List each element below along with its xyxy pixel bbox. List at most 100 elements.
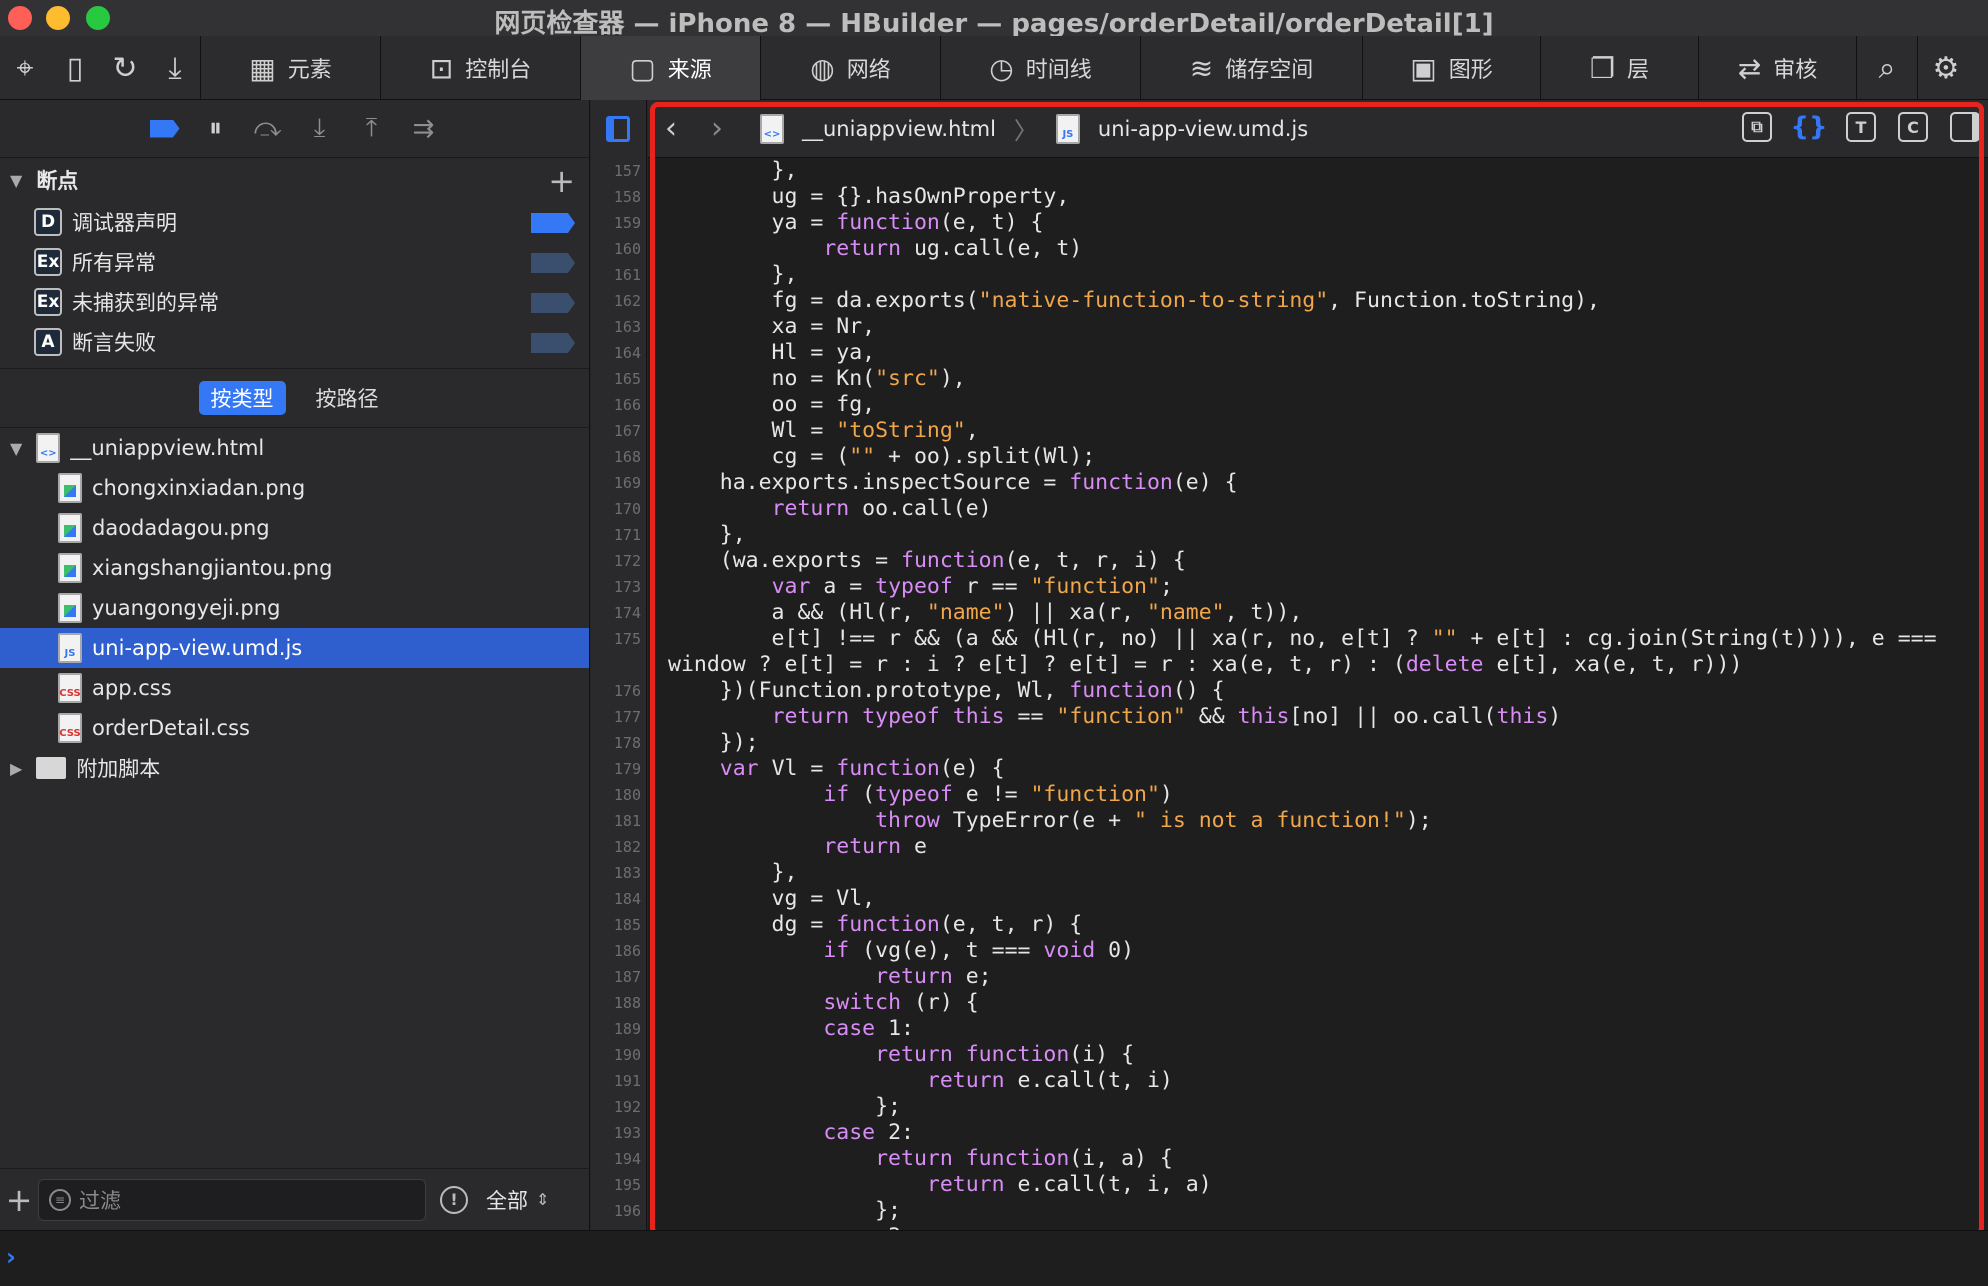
pause-icon[interactable]: ⏸	[200, 113, 232, 145]
disclosure-triangle-icon[interactable]: ▼	[10, 171, 22, 190]
line-number[interactable]: 184	[591, 886, 647, 912]
line-number[interactable]: 159	[591, 210, 647, 236]
tab-7[interactable]: ❐ 层	[1541, 36, 1699, 100]
line-number[interactable]: 161	[591, 262, 647, 288]
step-into-icon[interactable]: ⤓	[304, 113, 336, 145]
file-row[interactable]: CSS app.css	[0, 668, 589, 708]
line-number[interactable]: 187	[591, 964, 647, 990]
file-row[interactable]: JS uni-app-view.umd.js	[0, 628, 589, 668]
line-number[interactable]: 177	[591, 704, 647, 730]
line-number[interactable]: 170	[591, 496, 647, 522]
line-number[interactable]: 188	[591, 990, 647, 1016]
sidebar-icon[interactable]	[1950, 112, 1980, 142]
tab-5[interactable]: ≋ 储存空间	[1141, 36, 1363, 100]
tree-root-row[interactable]: ▼ <> __uniappview.html	[0, 428, 589, 468]
group-by-path-button[interactable]: 按路径	[304, 381, 391, 415]
chevron-updown-icon[interactable]: ⇕	[536, 1190, 549, 1209]
group-by-type-button[interactable]: 按类型	[198, 381, 286, 415]
tab-2[interactable]: ▢ 来源	[581, 36, 761, 100]
search-icon[interactable]: ⌕	[1857, 36, 1917, 100]
step-over-icon[interactable]: ⤼	[252, 113, 284, 145]
filter-scope-select[interactable]: 全部	[486, 1185, 528, 1215]
disclosure-triangle-icon[interactable]: ▶	[10, 759, 22, 778]
line-number[interactable]: 160	[591, 236, 647, 262]
file-row[interactable]: chongxinxiadan.png	[0, 468, 589, 508]
tab-8[interactable]: ⇄ 审核	[1699, 36, 1857, 100]
gear-icon[interactable]: ⚙	[1918, 36, 1974, 100]
line-number[interactable]: 179	[591, 756, 647, 782]
line-number[interactable]: 182	[591, 834, 647, 860]
copy-icon[interactable]: ⧉	[1742, 112, 1772, 142]
code-area[interactable]: }, ug = {}.hasOwnProperty, ya = function…	[668, 158, 1988, 1230]
line-number[interactable]: 174	[591, 600, 647, 626]
line-number[interactable]: 191	[591, 1068, 647, 1094]
line-number[interactable]: 162	[591, 288, 647, 314]
line-number[interactable]: 185	[591, 912, 647, 938]
line-number[interactable]: 195	[591, 1172, 647, 1198]
tab-3[interactable]: ◍ 网络	[761, 36, 941, 100]
tab-4[interactable]: ◷ 时间线	[941, 36, 1141, 100]
line-number[interactable]: 181	[591, 808, 647, 834]
filter-input[interactable]: ≡ 过滤	[38, 1178, 426, 1221]
line-number[interactable]: 175	[591, 626, 647, 652]
extra-scripts-folder-row[interactable]: ▶ 附加脚本	[0, 748, 589, 788]
line-number[interactable]: 173	[591, 574, 647, 600]
line-number[interactable]: 178	[591, 730, 647, 756]
line-number[interactable]: 158	[591, 184, 647, 210]
file-row[interactable]: CSS orderDetail.css	[0, 708, 589, 748]
add-resource-button[interactable]: +	[0, 1181, 38, 1219]
breakpoint-flag-icon[interactable]	[531, 253, 575, 273]
line-number[interactable]: 180	[591, 782, 647, 808]
continue-icon[interactable]: ⇉	[408, 113, 440, 145]
line-number[interactable]: 166	[591, 392, 647, 418]
type-icon[interactable]: T	[1846, 112, 1876, 142]
line-number[interactable]: 186	[591, 938, 647, 964]
breakpoint-row[interactable]: A 断言失败	[0, 322, 589, 362]
line-number[interactable]: 192	[591, 1094, 647, 1120]
download-icon[interactable]: ⤓	[150, 36, 200, 100]
line-number[interactable]: 172	[591, 548, 647, 574]
tab-0[interactable]: ▦ 元素	[201, 36, 381, 100]
navigator-toggle-icon[interactable]	[606, 116, 630, 142]
line-number[interactable]	[591, 652, 647, 678]
breakpoints-section-header[interactable]: ▼ 断点 +	[0, 158, 589, 202]
issues-filter-icon[interactable]: !	[440, 1185, 468, 1214]
line-number[interactable]: 164	[591, 340, 647, 366]
file-row[interactable]: xiangshangjiantou.png	[0, 548, 589, 588]
file-row[interactable]: yuangongyeji.png	[0, 588, 589, 628]
tab-6[interactable]: ▣ 图形	[1363, 36, 1541, 100]
reload-icon[interactable]: ↻	[100, 36, 150, 100]
breakpoint-flag-icon[interactable]	[531, 333, 575, 353]
breakpoint-row[interactable]: D 调试器声明	[0, 202, 589, 242]
breakpoint-row[interactable]: Ex 未捕获到的异常	[0, 282, 589, 322]
line-number[interactable]: 176	[591, 678, 647, 704]
line-number[interactable]: 169	[591, 470, 647, 496]
breakpoint-row[interactable]: Ex 所有异常	[0, 242, 589, 282]
coverage-icon[interactable]: C	[1898, 112, 1928, 142]
file-row[interactable]: daodadagou.png	[0, 508, 589, 548]
line-number[interactable]: 183	[591, 860, 647, 886]
breakpoint-flag-icon[interactable]	[531, 293, 575, 313]
line-number[interactable]: 190	[591, 1042, 647, 1068]
line-number[interactable]: 194	[591, 1146, 647, 1172]
line-number[interactable]: 193	[591, 1120, 647, 1146]
breadcrumb-item-html[interactable]: __uniappview.html	[802, 117, 996, 141]
line-number[interactable]: 168	[591, 444, 647, 470]
line-number[interactable]: 163	[591, 314, 647, 340]
console-prompt-bar[interactable]: ›	[0, 1230, 1988, 1286]
line-number[interactable]: 171	[591, 522, 647, 548]
line-number[interactable]: 157	[591, 158, 647, 184]
line-number[interactable]: 189	[591, 1016, 647, 1042]
disclosure-triangle-icon[interactable]: ▼	[10, 439, 22, 458]
back-arrow-icon[interactable]: ‹	[648, 111, 694, 146]
tab-1[interactable]: ⊡ 控制台	[381, 36, 581, 100]
line-number[interactable]: 196	[591, 1198, 647, 1224]
breakpoints-toggle-icon[interactable]	[149, 119, 180, 138]
add-breakpoint-button[interactable]: +	[548, 162, 575, 200]
line-number[interactable]: 167	[591, 418, 647, 444]
line-number[interactable]: 165	[591, 366, 647, 392]
crosshair-icon[interactable]: ⌖	[0, 36, 50, 100]
format-icon[interactable]: {}	[1790, 112, 1827, 142]
breadcrumb-item-js[interactable]: uni-app-view.umd.js	[1098, 117, 1308, 141]
breakpoint-flag-icon[interactable]	[531, 213, 575, 233]
